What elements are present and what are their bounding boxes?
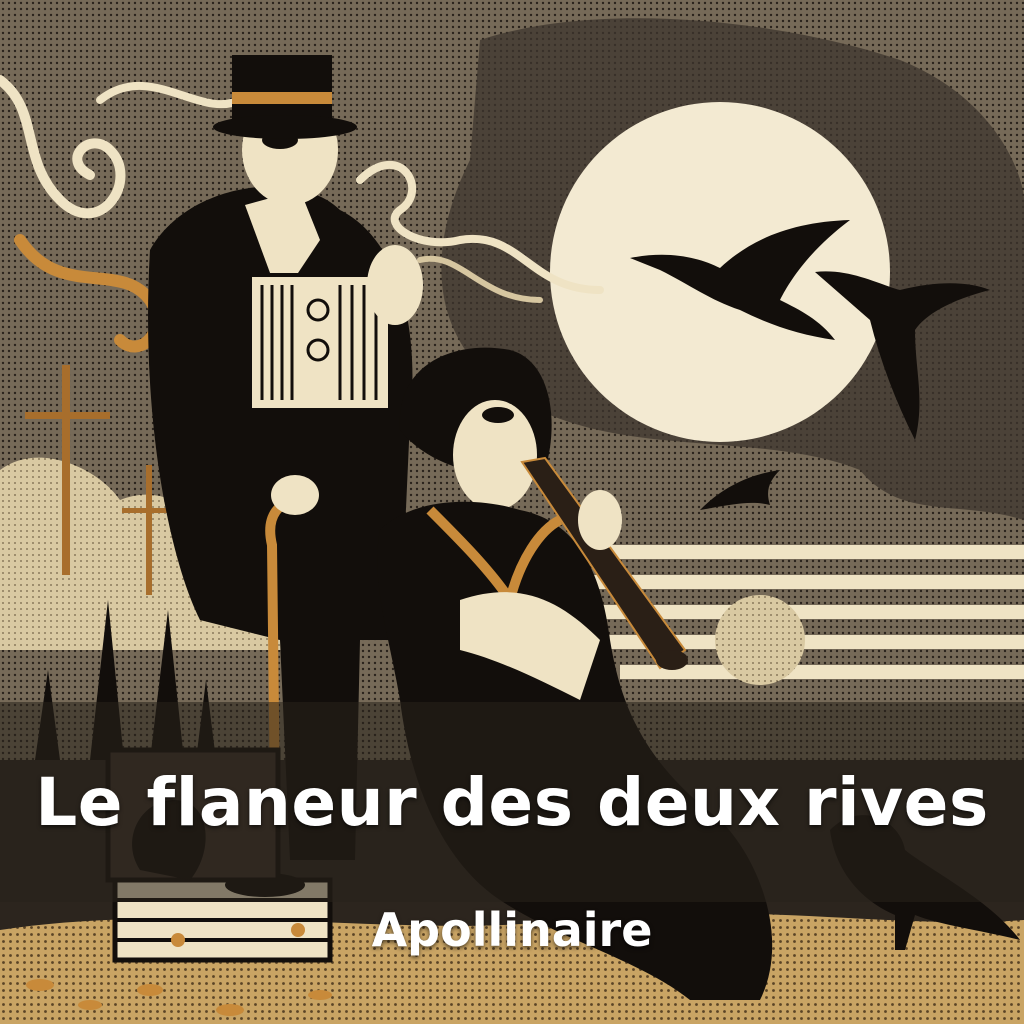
- cover-author: Apollinaire: [371, 903, 653, 957]
- small-cloud: [715, 595, 805, 685]
- album-cover: Le flaneur des deux rives Apollinaire: [0, 0, 1024, 1024]
- cover-title: Le flaneur des deux rives: [35, 764, 989, 841]
